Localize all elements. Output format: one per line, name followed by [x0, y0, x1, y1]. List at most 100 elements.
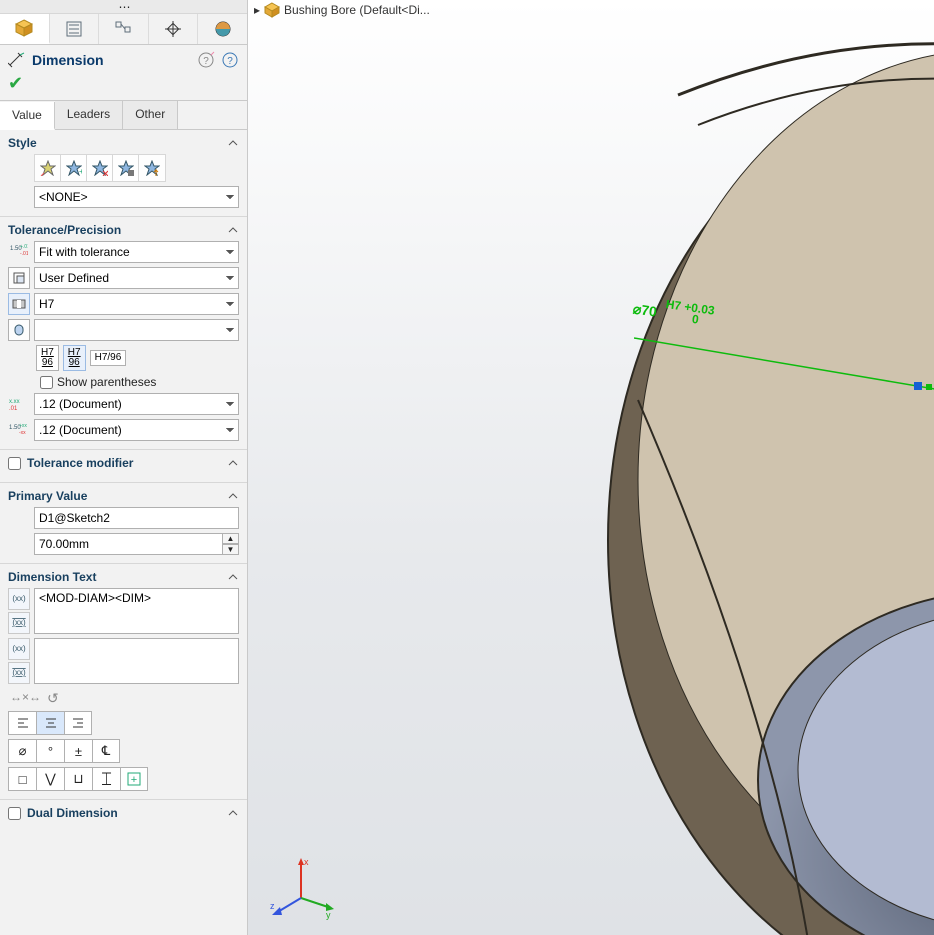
- add-style-button[interactable]: +: [61, 155, 87, 181]
- fit-display-linear-button[interactable]: H7/96: [90, 350, 127, 366]
- target-icon: [164, 20, 182, 38]
- symbol-square-button[interactable]: □: [8, 767, 36, 791]
- property-manager-tab[interactable]: [50, 14, 100, 44]
- tab-other[interactable]: Other: [123, 101, 178, 129]
- appearance-icon: [214, 20, 232, 38]
- expand-icon[interactable]: [227, 457, 239, 469]
- feature-manager-tab[interactable]: [0, 14, 50, 44]
- delete-style-button[interactable]: [87, 155, 113, 181]
- dimension-name-input[interactable]: [34, 507, 239, 529]
- section-title-primary: Primary Value: [8, 489, 87, 503]
- svg-text:-xx: -xx: [19, 430, 26, 436]
- section-style: Style + <NONE>: [0, 130, 247, 217]
- svg-text:+.01: +.01: [20, 244, 28, 250]
- save-style-button[interactable]: [113, 155, 139, 181]
- section-title-tolerance: Tolerance/Precision: [8, 223, 121, 237]
- property-manager-title: Dimension: [32, 52, 197, 68]
- apply-default-style-button[interactable]: [35, 155, 61, 181]
- detailing-help-icon[interactable]: ?: [197, 51, 215, 69]
- svg-text:z: z: [270, 901, 275, 911]
- section-tolerance: Tolerance/Precision 1.50+.01-.01 Fit wit…: [0, 217, 247, 450]
- classification-select[interactable]: User Defined: [34, 267, 239, 289]
- symbol-plusminus-button[interactable]: ±: [64, 739, 92, 763]
- tol-precision-select[interactable]: .12 (Document): [34, 419, 239, 441]
- collapse-icon[interactable]: [227, 490, 239, 502]
- svg-text:?: ?: [203, 56, 209, 67]
- view-triad[interactable]: x y z: [266, 853, 336, 923]
- panel-grip-bar[interactable]: ⋯: [0, 0, 247, 14]
- fit-display-stacked-button[interactable]: H7 96: [36, 345, 59, 371]
- dimension-text-input[interactable]: <MOD-DIAM><DIM>: [34, 588, 239, 634]
- shaft-fit-select[interactable]: [34, 319, 239, 341]
- manager-tab-strip: [0, 14, 247, 45]
- tree-icon: [114, 20, 132, 38]
- collapse-icon[interactable]: [227, 137, 239, 149]
- svg-text:?: ?: [227, 56, 233, 67]
- dimension-lower-text-input[interactable]: [34, 638, 239, 684]
- text-below-button[interactable]: (xx): [8, 662, 30, 684]
- reset-spacing-icon[interactable]: ↔×↔: [10, 690, 41, 707]
- svg-text:.01: .01: [9, 406, 18, 412]
- symbol-conical-button[interactable]: ⋁: [36, 767, 64, 791]
- ok-button[interactable]: ✔: [8, 73, 23, 93]
- symbol-slope-button[interactable]: ⌶: [92, 767, 120, 791]
- section-title-tol-modifier: Tolerance modifier: [27, 456, 133, 470]
- show-parentheses-checkbox[interactable]: [40, 376, 53, 389]
- symbol-depth-button[interactable]: ⊔: [64, 767, 92, 791]
- text-above-button[interactable]: (xx): [8, 588, 30, 610]
- value-spin-up[interactable]: ▲: [223, 533, 239, 544]
- dimension-icon: [8, 51, 26, 69]
- classification-icon[interactable]: [8, 267, 30, 289]
- tolerance-type-select[interactable]: Fit with tolerance: [34, 241, 239, 263]
- dimension-tabs: Value Leaders Other: [0, 100, 247, 130]
- fit-display-stacked-tol-button[interactable]: H7 96: [63, 345, 86, 371]
- show-parentheses-label: Show parentheses: [57, 375, 156, 389]
- expand-icon[interactable]: [227, 807, 239, 819]
- svg-text:+: +: [79, 167, 82, 176]
- display-manager-tab[interactable]: [198, 14, 247, 44]
- property-manager-panel: ⋯ Dimension ? ?: [0, 0, 248, 935]
- collapse-icon[interactable]: [227, 224, 239, 236]
- unit-precision-select[interactable]: .12 (Document): [34, 393, 239, 415]
- svg-text:(xx): (xx): [12, 594, 26, 603]
- justify-center-button[interactable]: [36, 711, 64, 735]
- symbol-diameter-button[interactable]: ⌀: [8, 739, 36, 763]
- value-spin-down[interactable]: ▼: [223, 544, 239, 555]
- justify-right-button[interactable]: [64, 711, 92, 735]
- section-primary-value: Primary Value ▲ ▼: [0, 483, 247, 564]
- hole-fit-select[interactable]: H7: [34, 293, 239, 315]
- unit-precision-icon: x.xx.01: [8, 393, 30, 415]
- shaft-fit-icon[interactable]: [8, 319, 30, 341]
- svg-text:(xx): (xx): [12, 618, 26, 627]
- svg-text:x.xx: x.xx: [9, 399, 20, 405]
- graphics-viewport[interactable]: ▸ Bushing Bore (Default<Di...: [248, 0, 934, 935]
- text-center-button[interactable]: (xx): [8, 612, 30, 634]
- tolerance-modifier-checkbox[interactable]: [8, 457, 21, 470]
- dimxpert-manager-tab[interactable]: [149, 14, 199, 44]
- section-title-dimtext: Dimension Text: [8, 570, 96, 584]
- svg-text:x: x: [304, 857, 309, 867]
- symbol-centerline-button[interactable]: ℄: [92, 739, 120, 763]
- collapse-icon[interactable]: [227, 571, 239, 583]
- symbol-degree-button[interactable]: °: [36, 739, 64, 763]
- load-style-button[interactable]: [139, 155, 165, 181]
- svg-text:(xx): (xx): [12, 644, 26, 653]
- reset-text-icon[interactable]: ↺: [47, 690, 59, 707]
- svg-text:y: y: [326, 910, 331, 920]
- help-icon[interactable]: ?: [221, 51, 239, 69]
- section-dimension-text: Dimension Text (xx) (xx) <MOD-DIAM><DIM>…: [0, 564, 247, 800]
- text-before-button[interactable]: (xx): [8, 638, 30, 660]
- justify-left-button[interactable]: [8, 711, 36, 735]
- dimension-value-input[interactable]: [34, 533, 223, 555]
- svg-text:+xx: +xx: [19, 423, 27, 429]
- configuration-manager-tab[interactable]: [99, 14, 149, 44]
- tab-leaders[interactable]: Leaders: [55, 101, 123, 129]
- style-select[interactable]: <NONE>: [34, 186, 239, 208]
- hole-fit-icon[interactable]: [8, 293, 30, 315]
- model-render: [248, 0, 934, 935]
- symbol-more-button[interactable]: +: [120, 767, 148, 791]
- dual-dimension-checkbox[interactable]: [8, 807, 21, 820]
- tab-value[interactable]: Value: [0, 102, 55, 130]
- dim-diameter-value: ⌀70: [632, 300, 658, 319]
- dim-lower-tol: 0: [691, 312, 700, 327]
